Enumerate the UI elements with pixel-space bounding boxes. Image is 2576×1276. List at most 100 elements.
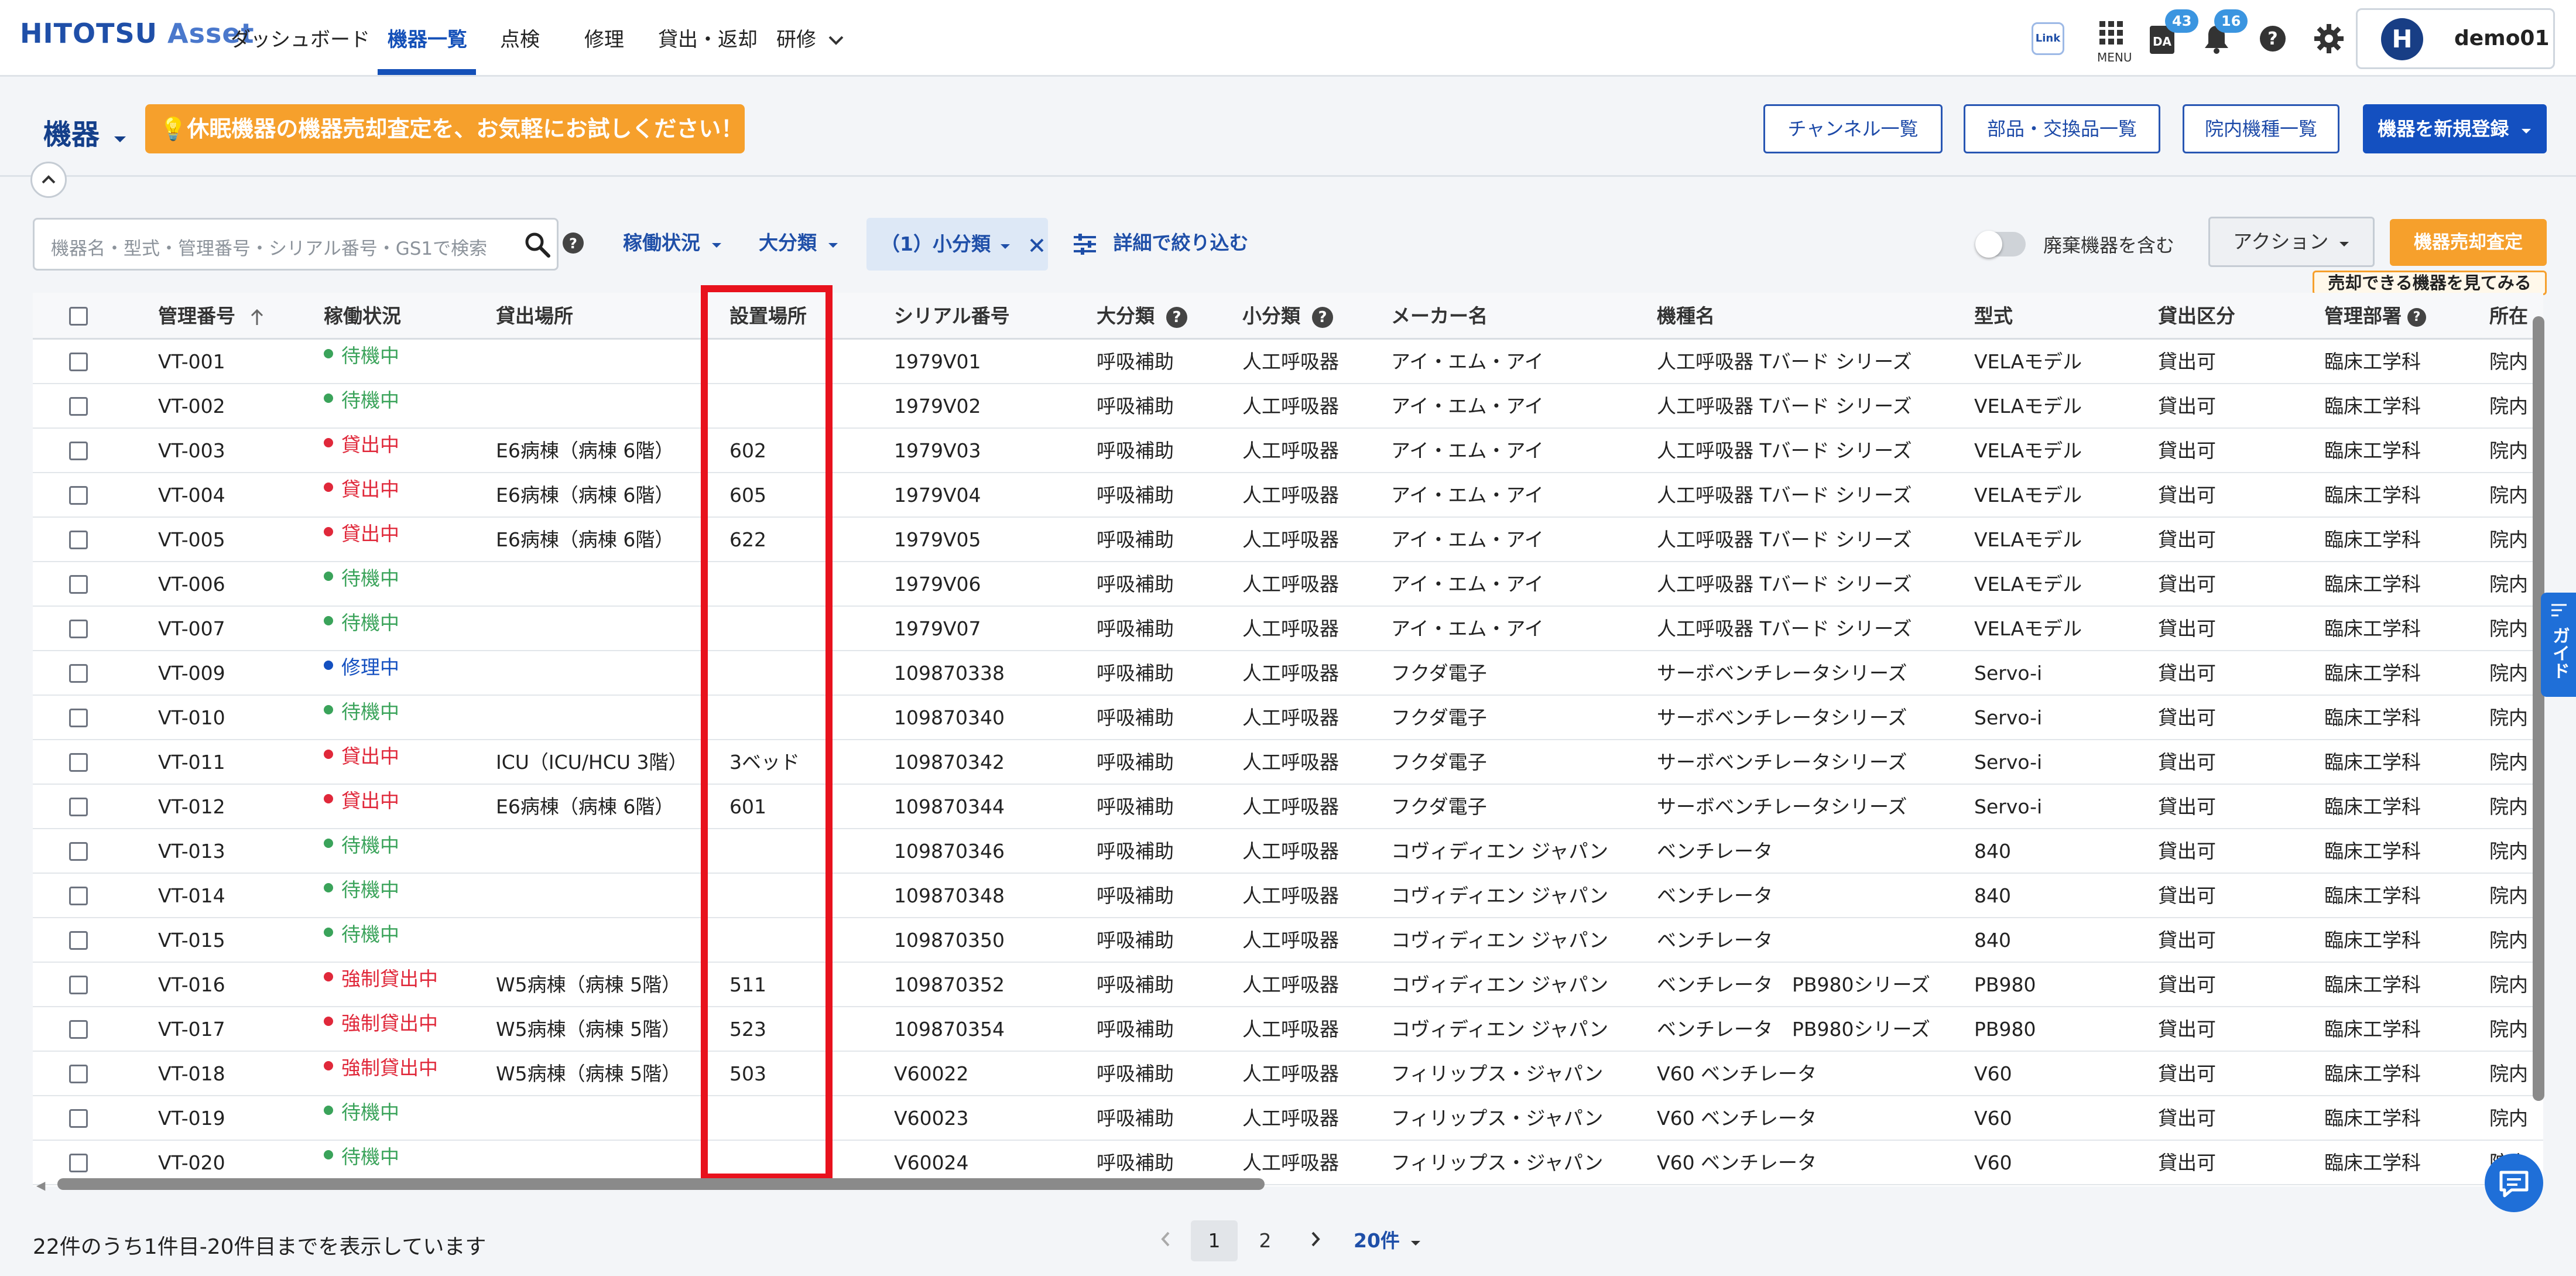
row-checkbox[interactable]	[69, 753, 88, 772]
horizontal-scrollbar[interactable]	[57, 1178, 1265, 1190]
table-row[interactable]: VT-017 強制貸出中 W5病棟（病棟 5階） 523 109870354 呼吸補助 人工…	[33, 1007, 2543, 1052]
table-row[interactable]: VT-011 貸出中 ICU（ICU/HCU 3階） 3ベッド 109870342 呼吸補…	[33, 740, 2543, 785]
category-filter-button[interactable]: 大分類	[759, 227, 839, 255]
close-icon[interactable]	[1029, 237, 1045, 254]
search-box[interactable]: 機器名・型式・管理番号・シリアル番号・GS1で検索	[33, 218, 559, 271]
nav-equipment-list[interactable]: 機器一覧	[388, 23, 467, 52]
prev-page-button[interactable]	[1151, 1220, 1180, 1261]
column-header[interactable]: 型式	[1974, 293, 2013, 340]
column-header[interactable]: 大分類?	[1097, 293, 1187, 340]
next-page-button[interactable]	[1301, 1220, 1330, 1261]
user-menu-button[interactable]: H demo01	[2356, 8, 2555, 69]
nav-lending-return[interactable]: 貸出・返却	[658, 23, 758, 52]
table-row[interactable]: VT-012 貸出中 E6病棟（病棟 6階） 601 109870344 呼吸補助 人工呼吸…	[33, 785, 2543, 829]
chat-button[interactable]	[2485, 1154, 2543, 1212]
column-header[interactable]: 貸出区分	[2158, 293, 2235, 340]
table-row[interactable]: VT-014 待機中 109870348 呼吸補助 人工呼吸器 コヴィディエン ジャパン ベ…	[33, 874, 2543, 918]
column-header[interactable]: 所在	[2489, 293, 2528, 340]
select-all-checkbox[interactable]	[69, 307, 88, 326]
column-header[interactable]: シリアル番号	[894, 293, 1010, 340]
search-input[interactable]: 機器名・型式・管理番号・シリアル番号・GS1で検索	[51, 234, 502, 260]
nav-inspection[interactable]: 点検	[500, 23, 540, 52]
row-checkbox[interactable]	[69, 353, 88, 371]
column-header[interactable]: 機種名	[1657, 293, 1715, 340]
row-checkbox[interactable]	[69, 397, 88, 416]
scroll-left-arrow[interactable]: ◀	[36, 1178, 45, 1192]
channel-list-button[interactable]: チャンネル一覧	[1763, 104, 1943, 153]
nav-training[interactable]: 研修	[776, 23, 845, 52]
table-row[interactable]: VT-007 待機中 1979V07 呼吸補助 人工呼吸器 アイ・エム・アイ 人工呼吸器 T…	[33, 607, 2543, 651]
row-checkbox[interactable]	[69, 709, 88, 727]
parts-list-button[interactable]: 部品・交換品一覧	[1964, 104, 2160, 153]
promo-banner[interactable]: 💡休眠機器の機器売却査定を、お気軽にお試しください！	[145, 104, 745, 153]
row-checkbox[interactable]	[69, 531, 88, 549]
apps-menu-button[interactable]: MENU	[2097, 20, 2132, 64]
hospital-models-button[interactable]: 院内機種一覧	[2183, 104, 2339, 153]
table-row[interactable]: VT-002 待機中 1979V02 呼吸補助 人工呼吸器 アイ・エム・アイ 人工呼吸器 T…	[33, 384, 2543, 429]
guide-tab[interactable]: ガイド	[2541, 593, 2576, 697]
status-filter-button[interactable]: 稼働状況	[623, 227, 722, 255]
table-row[interactable]: VT-006 待機中 1979V06 呼吸補助 人工呼吸器 アイ・エム・アイ 人工呼吸器 T…	[33, 562, 2543, 607]
row-checkbox[interactable]	[69, 575, 88, 594]
include-disposed-toggle[interactable]	[1975, 231, 2026, 258]
column-header[interactable]: 設置場所	[729, 293, 807, 340]
row-checkbox[interactable]	[69, 620, 88, 638]
register-equipment-button[interactable]: 機器を新規登録	[2363, 104, 2547, 153]
row-checkbox[interactable]	[69, 798, 88, 816]
serial-number-cell: 109870344	[894, 795, 1005, 818]
page-size-select[interactable]: 20件	[1354, 1220, 1421, 1261]
table-row[interactable]: VT-015 待機中 109870350 呼吸補助 人工呼吸器 コヴィディエン ジャパン ベ…	[33, 918, 2543, 963]
row-checkbox[interactable]	[69, 486, 88, 505]
row-checkbox[interactable]	[69, 931, 88, 950]
column-header[interactable]: 貸出場所	[496, 293, 573, 340]
table-row[interactable]: VT-018 強制貸出中 W5病棟（病棟 5階） 503 V60022 呼吸補助 人工呼吸器…	[33, 1052, 2543, 1096]
nav-dashboard[interactable]: ダッシュボード	[231, 23, 370, 52]
collapse-header-button[interactable]	[30, 162, 67, 198]
vertical-scrollbar[interactable]	[2533, 316, 2544, 1101]
settings-button[interactable]	[2314, 23, 2344, 56]
detail-filter-button[interactable]: 詳細で絞り込む	[1073, 227, 1249, 255]
model-name-cell: ベンチレータ	[1657, 840, 1773, 863]
search-icon[interactable]	[524, 231, 551, 258]
table-row[interactable]: VT-016 強制貸出中 W5病棟（病棟 5階） 511 109870352 呼吸補助 人工…	[33, 963, 2543, 1007]
page-title-dropdown[interactable]: 機器	[43, 111, 127, 152]
table-row[interactable]: VT-019 待機中 V60023 呼吸補助 人工呼吸器 フィリップス・ジャパン V60 ベ…	[33, 1096, 2543, 1141]
row-checkbox[interactable]	[69, 976, 88, 994]
sale-tooltip[interactable]: 売却できる機器を見てみる	[2313, 271, 2547, 295]
column-header[interactable]: メーカー名	[1391, 293, 1488, 340]
help-icon[interactable]: ?	[1166, 306, 1187, 328]
major-category-cell: 呼吸補助	[1097, 662, 1174, 685]
action-menu-button[interactable]: アクション	[2208, 217, 2375, 267]
row-checkbox[interactable]	[69, 664, 88, 683]
nav-repair[interactable]: 修理	[584, 23, 624, 52]
table-row[interactable]: VT-004 貸出中 E6病棟（病棟 6階） 605 1979V04 呼吸補助 人工呼吸器 ア…	[33, 473, 2543, 518]
row-checkbox[interactable]	[69, 1020, 88, 1039]
search-help-icon[interactable]: ?	[562, 232, 584, 256]
help-icon[interactable]: ?	[1312, 306, 1333, 328]
link-icon[interactable]: Link	[2032, 22, 2064, 55]
detail-filter-label: 詳細で絞り込む	[1113, 231, 1249, 254]
table-row[interactable]: VT-005 貸出中 E6病棟（病棟 6階） 622 1979V05 呼吸補助 人工呼吸器 ア…	[33, 518, 2543, 562]
column-header[interactable]: 管理番号	[158, 293, 265, 340]
help-icon[interactable]: ?	[2407, 307, 2426, 327]
row-checkbox[interactable]	[69, 1065, 88, 1083]
column-header[interactable]: 稼働状況	[324, 293, 401, 340]
row-checkbox[interactable]	[69, 887, 88, 905]
column-header[interactable]: 管理部署?	[2324, 293, 2426, 340]
row-checkbox[interactable]	[69, 842, 88, 861]
sale-assessment-button[interactable]: 機器売却査定	[2390, 219, 2547, 266]
row-checkbox[interactable]	[69, 1154, 88, 1172]
page-2-button[interactable]: 2	[1251, 1220, 1280, 1261]
row-checkbox[interactable]	[69, 442, 88, 460]
table-row[interactable]: VT-009 修理中 109870338 呼吸補助 人工呼吸器 フクダ電子 サーボベンチレー…	[33, 651, 2543, 696]
page-1-button[interactable]: 1	[1191, 1220, 1238, 1261]
row-checkbox[interactable]	[69, 1109, 88, 1128]
table-row[interactable]: VT-013 待機中 109870346 呼吸補助 人工呼吸器 コヴィディエン ジャパン ベ…	[33, 829, 2543, 874]
table-row[interactable]: VT-001 待機中 1979V01 呼吸補助 人工呼吸器 アイ・エム・アイ 人工呼吸器 T…	[33, 340, 2543, 384]
table-row[interactable]: VT-003 貸出中 E6病棟（病棟 6階） 602 1979V03 呼吸補助 人工呼吸器 ア…	[33, 429, 2543, 473]
app-logo[interactable]: HITOTSU Asset	[20, 18, 255, 49]
subcategory-filter-chip[interactable]: （1）小分類	[866, 218, 1048, 271]
table-row[interactable]: VT-010 待機中 109870340 呼吸補助 人工呼吸器 フクダ電子 サーボベンチレー…	[33, 696, 2543, 740]
help-button[interactable]: ?	[2259, 25, 2287, 55]
column-header[interactable]: 小分類?	[1242, 293, 1333, 340]
